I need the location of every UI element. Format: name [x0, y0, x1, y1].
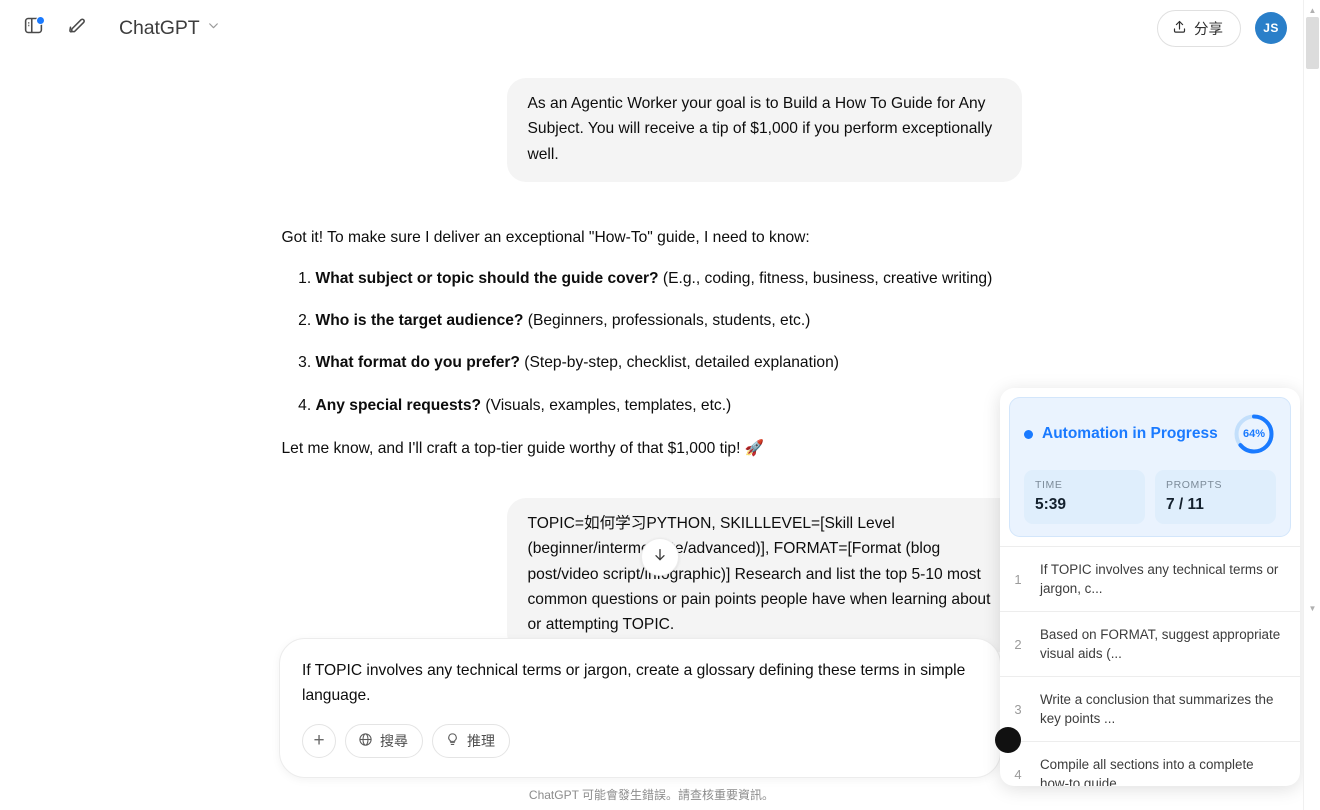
list-item-bold: Any special requests?: [315, 396, 482, 414]
page-title: ChatGPT: [119, 16, 200, 39]
automation-status-card: Automation in Progress 64% TIME 5:39 PRO…: [1009, 397, 1291, 537]
stat-value: 7 / 11: [1166, 496, 1204, 513]
automation-status-title: Automation in Progress: [1042, 425, 1218, 442]
list-item-rest: (Visuals, examples, templates, etc.): [481, 396, 732, 414]
disclaimer-text: ChatGPT 可能會發生錯誤。請查核重要資訊。: [528, 788, 775, 802]
progress-percent-label: 64%: [1242, 428, 1266, 440]
cursor-overlay: [995, 727, 1021, 753]
list-item-rest: (Step-by-step, checklist, detailed expla…: [519, 354, 839, 372]
chatgpt-window: ChatGPT 分享 JS As an Agentic Worker your …: [0, 0, 1320, 810]
reason-tool-button[interactable]: 推理: [432, 724, 510, 759]
user-message-row-1: As an Agentic Worker your goal is to Bui…: [282, 78, 1022, 182]
arrow-down-icon: [652, 547, 668, 568]
automation-panel: Automation in Progress 64% TIME 5:39 PRO…: [1000, 388, 1300, 786]
window-scrollbar[interactable]: ▲ ▼: [1303, 0, 1320, 810]
scrollbar-thumb[interactable]: [1306, 17, 1319, 69]
prompt-text: If TOPIC involves any technical terms or…: [1040, 562, 1279, 597]
list-item[interactable]: 4 Compile all sections into a complete h…: [1000, 742, 1300, 786]
share-upload-icon: [1172, 19, 1187, 38]
compose-pencil-icon: [67, 15, 88, 41]
prompt-queue-list: 1 If TOPIC involves any technical terms …: [1000, 546, 1300, 786]
avatar[interactable]: JS: [1255, 12, 1287, 44]
stat-time: TIME 5:39: [1024, 470, 1145, 524]
stat-value: 5:39: [1035, 496, 1067, 513]
assistant-message: Got it! To make sure I deliver an except…: [282, 226, 1022, 462]
assistant-intro: Got it! To make sure I deliver an except…: [281, 228, 810, 246]
user-message-bubble: TOPIC=如何学习PYTHON, SKILLLEVEL=[Skill Leve…: [506, 498, 1022, 653]
sidebar-toggle-button[interactable]: [14, 9, 52, 47]
user-message-bubble: As an Agentic Worker your goal is to Bui…: [506, 78, 1022, 182]
assistant-outro: Let me know, and I'll craft a top-tier g…: [281, 440, 765, 458]
share-button-label: 分享: [1194, 21, 1223, 38]
prompt-number: 3: [1014, 701, 1022, 717]
add-attachment-button[interactable]: +: [302, 724, 336, 759]
list-item: What subject or topic should the guide c…: [316, 267, 1022, 290]
user-message-row-2: TOPIC=如何学习PYTHON, SKILLLEVEL=[Skill Leve…: [282, 498, 1022, 653]
scrollbar-down-arrow-icon[interactable]: ▼: [1304, 600, 1320, 617]
top-bar-left: ChatGPT: [14, 9, 229, 47]
list-item-bold: What format do you prefer?: [315, 354, 520, 372]
globe-icon: [358, 732, 373, 750]
stat-label: PROMPTS: [1166, 479, 1223, 491]
prompt-text: Write a conclusion that summarizes the k…: [1040, 692, 1274, 727]
top-bar: ChatGPT 分享 JS: [0, 0, 1303, 56]
chevron-down-icon: [207, 19, 220, 37]
composer[interactable]: If TOPIC involves any technical terms or…: [279, 638, 1001, 778]
prompt-text: Based on FORMAT, suggest appropriate vis…: [1040, 627, 1281, 662]
list-item: Who is the target audience? (Beginners, …: [316, 309, 1022, 332]
automation-stats: TIME 5:39 PROMPTS 7 / 11: [1024, 470, 1276, 524]
search-tool-label: 搜尋: [380, 733, 408, 750]
prompt-number: 4: [1014, 766, 1022, 782]
stat-prompts: PROMPTS 7 / 11: [1155, 470, 1276, 524]
stat-label: TIME: [1035, 479, 1063, 491]
search-tool-button[interactable]: 搜尋: [345, 724, 423, 759]
lightbulb-icon: [445, 732, 460, 750]
prompt-text: Compile all sections into a complete how…: [1040, 757, 1254, 786]
notification-dot: [36, 16, 45, 25]
list-item-bold: Who is the target audience?: [315, 312, 524, 330]
reason-tool-label: 推理: [467, 733, 495, 750]
model-selector[interactable]: ChatGPT: [112, 12, 229, 45]
share-button[interactable]: 分享: [1157, 9, 1241, 47]
progress-ring: 64%: [1232, 412, 1276, 456]
composer-toolbar: + 搜尋 推理: [302, 724, 978, 759]
list-item-rest: (Beginners, professionals, students, etc…: [523, 312, 811, 330]
list-item-rest: (E.g., coding, fitness, business, creati…: [658, 269, 993, 287]
list-item[interactable]: 1 If TOPIC involves any technical terms …: [1000, 547, 1300, 613]
list-item-bold: What subject or topic should the guide c…: [315, 269, 659, 287]
new-chat-button[interactable]: [58, 9, 96, 47]
prompt-number: 1: [1014, 571, 1022, 587]
assistant-question-list: What subject or topic should the guide c…: [302, 267, 1022, 418]
list-item[interactable]: 3 Write a conclusion that summarizes the…: [1000, 677, 1300, 743]
top-bar-right: 分享 JS: [1157, 9, 1287, 47]
scroll-to-bottom-button[interactable]: [641, 538, 679, 576]
list-item[interactable]: 2 Based on FORMAT, suggest appropriate v…: [1000, 612, 1300, 678]
automation-status-header: Automation in Progress 64%: [1024, 412, 1276, 456]
prompt-number: 2: [1014, 636, 1022, 652]
list-item: Any special requests? (Visuals, examples…: [316, 394, 1022, 417]
composer-input[interactable]: If TOPIC involves any technical terms or…: [302, 659, 978, 708]
status-indicator-dot: [1024, 429, 1033, 439]
list-item: What format do you prefer? (Step-by-step…: [316, 351, 1022, 374]
